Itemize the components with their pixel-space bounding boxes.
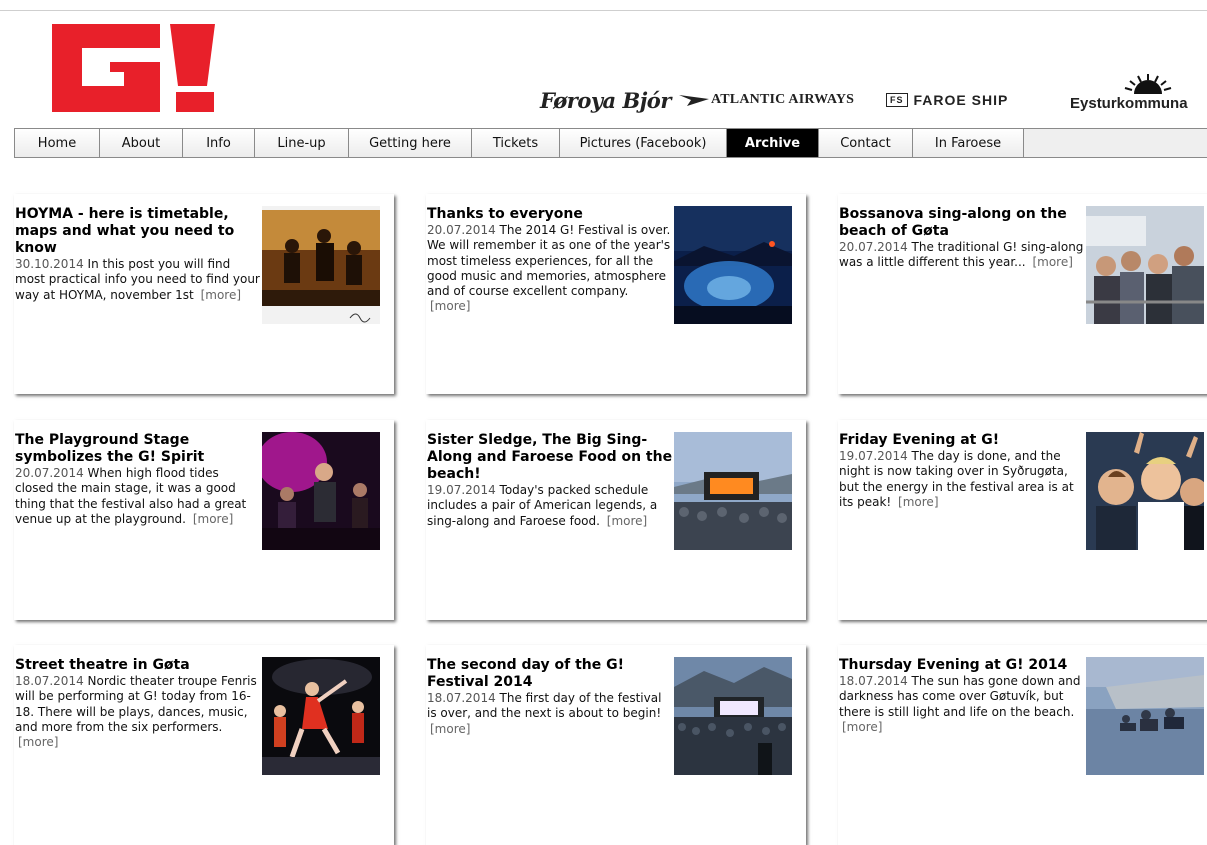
- post-thumbnail[interactable]: [262, 206, 380, 324]
- nav-in-faroese[interactable]: In Faroese: [913, 129, 1024, 157]
- post-title[interactable]: Friday Evening at G!: [839, 432, 1085, 449]
- post-title[interactable]: HOYMA - here is timetable, maps and what…: [15, 206, 261, 257]
- post-title[interactable]: Thursday Evening at G! 2014: [839, 657, 1085, 674]
- post-text: The second day of the G! Festival 2014 1…: [427, 657, 673, 737]
- post-text: Street theatre in Gøta 18.07.2014 Nordic…: [15, 657, 261, 750]
- post-card[interactable]: The Playground Stage symbolizes the G! S…: [14, 420, 394, 620]
- post-thumbnail[interactable]: [1086, 432, 1204, 550]
- read-more-link[interactable]: [more]: [842, 720, 882, 734]
- post-date: 19.07.2014: [427, 483, 496, 497]
- post-card[interactable]: Sister Sledge, The Big Sing-Along and Fa…: [426, 420, 806, 620]
- nav-info[interactable]: Info: [183, 129, 255, 157]
- airplane-icon: [679, 95, 709, 106]
- read-more-link[interactable]: [more]: [430, 722, 470, 736]
- post-card[interactable]: HOYMA - here is timetable, maps and what…: [14, 194, 394, 394]
- post-date: 18.07.2014: [15, 674, 84, 688]
- post-text: Sister Sledge, The Big Sing-Along and Fa…: [427, 432, 673, 529]
- post-text: HOYMA - here is timetable, maps and what…: [15, 206, 261, 303]
- post-thumbnail[interactable]: [674, 657, 792, 775]
- read-more-link[interactable]: [more]: [1032, 255, 1072, 269]
- post-text: Thursday Evening at G! 2014 18.07.2014 T…: [839, 657, 1085, 735]
- post-date: 18.07.2014: [427, 691, 496, 705]
- read-more-link[interactable]: [more]: [607, 514, 647, 528]
- post-title[interactable]: The second day of the G! Festival 2014: [427, 657, 673, 691]
- nav-archive[interactable]: Archive: [727, 129, 819, 157]
- nav-contact[interactable]: Contact: [819, 129, 913, 157]
- sponsor-eysturkommuna-logo[interactable]: Eysturkommuna: [1070, 89, 1188, 117]
- post-date: 20.07.2014: [427, 223, 496, 237]
- nav-pictures-facebook[interactable]: Pictures (Facebook): [560, 129, 727, 157]
- post-card[interactable]: Thanks to everyone 20.07.2014 The 2014 G…: [426, 194, 806, 394]
- read-more-link[interactable]: [more]: [430, 299, 470, 313]
- top-divider: [0, 10, 1207, 11]
- main-navigation: Home About Info Line-up Getting here Tic…: [14, 128, 1207, 158]
- post-date: 20.07.2014: [15, 466, 84, 480]
- post-date: 20.07.2014: [839, 240, 908, 254]
- read-more-link[interactable]: [more]: [18, 735, 58, 749]
- post-date: 30.10.2014: [15, 257, 84, 271]
- post-thumbnail[interactable]: [1086, 206, 1204, 324]
- g-festival-logo[interactable]: [52, 24, 217, 114]
- post-card[interactable]: The second day of the G! Festival 2014 1…: [426, 645, 806, 845]
- sponsor-foroya-bjor-logo[interactable]: Føroya Bjór: [540, 86, 671, 114]
- post-card[interactable]: Street theatre in Gøta 18.07.2014 Nordic…: [14, 645, 394, 845]
- post-text: Friday Evening at G! 19.07.2014 The day …: [839, 432, 1085, 510]
- post-title[interactable]: The Playground Stage symbolizes the G! S…: [15, 432, 261, 466]
- nav-line-up[interactable]: Line-up: [255, 129, 349, 157]
- post-title[interactable]: Street theatre in Gøta: [15, 657, 261, 674]
- read-more-link[interactable]: [more]: [193, 512, 233, 526]
- post-text: Bossanova sing-along on the beach of Gøt…: [839, 206, 1085, 271]
- post-date: 19.07.2014: [839, 449, 908, 463]
- nav-about[interactable]: About: [100, 129, 183, 157]
- post-title[interactable]: Sister Sledge, The Big Sing-Along and Fa…: [427, 432, 673, 483]
- post-title[interactable]: Thanks to everyone: [427, 206, 673, 223]
- post-thumbnail[interactable]: [262, 657, 380, 775]
- post-title[interactable]: Bossanova sing-along on the beach of Gøt…: [839, 206, 1085, 240]
- post-card[interactable]: Friday Evening at G! 19.07.2014 The day …: [838, 420, 1207, 620]
- sponsor-atlantic-airways-logo[interactable]: ATLANTIC AIRWAYS: [679, 86, 854, 114]
- post-text: The Playground Stage symbolizes the G! S…: [15, 432, 261, 527]
- post-card[interactable]: Bossanova sing-along on the beach of Gøt…: [838, 194, 1207, 394]
- post-date: 18.07.2014: [839, 674, 908, 688]
- nav-filler: [1024, 129, 1207, 157]
- atlantic-airways-text: ATLANTIC AIRWAYS: [711, 92, 855, 107]
- nav-home[interactable]: Home: [15, 129, 100, 157]
- post-thumbnail[interactable]: [674, 206, 792, 324]
- nav-tickets[interactable]: Tickets: [472, 129, 560, 157]
- post-card[interactable]: Thursday Evening at G! 2014 18.07.2014 T…: [838, 645, 1207, 845]
- post-thumbnail[interactable]: [262, 432, 380, 550]
- read-more-link[interactable]: [more]: [201, 288, 241, 302]
- nav-getting-here[interactable]: Getting here: [349, 129, 472, 157]
- faroe-ship-text: FAROE SHIP: [913, 92, 1009, 108]
- post-thumbnail[interactable]: [674, 432, 792, 550]
- sponsor-faroe-ship-logo[interactable]: FS FAROE SHIP: [886, 86, 1008, 114]
- read-more-link[interactable]: [more]: [898, 495, 938, 509]
- post-thumbnail[interactable]: [1086, 657, 1204, 775]
- post-text: Thanks to everyone 20.07.2014 The 2014 G…: [427, 206, 673, 315]
- faroe-ship-emblem-icon: FS: [886, 93, 908, 107]
